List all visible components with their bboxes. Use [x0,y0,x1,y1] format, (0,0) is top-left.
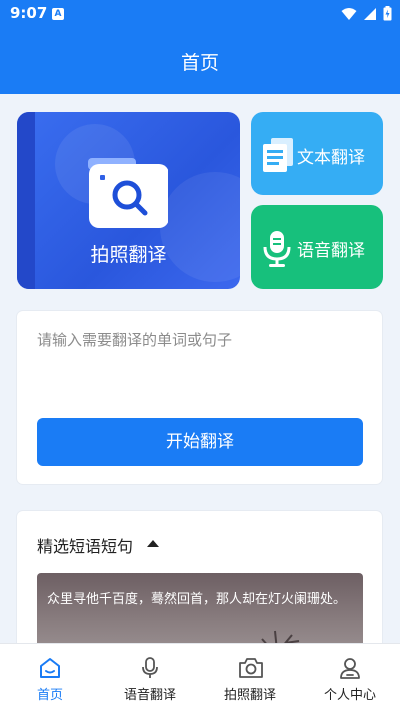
phrase-text: 众里寻他千百度，蓦然回首，那人却在灯火阑珊处。 [47,592,347,607]
tab-camera[interactable]: 拍照翻译 [200,644,300,711]
tab-profile-label: 个人中心 [323,688,376,703]
signal-icon [364,7,376,20]
status-icons [341,6,392,21]
document-icon [263,138,293,172]
tab-profile[interactable]: 个人中心 [300,644,400,711]
page-title: 首页 [180,52,219,74]
camera-search-icon [88,158,168,228]
photo-translate-label: 拍照翻译 [90,244,167,266]
voice-translate-card[interactable]: 语音翻译 [251,205,383,289]
tab-home[interactable]: 首页 [0,644,100,711]
start-translate-button[interactable]: 开始翻译 [37,418,363,466]
user-icon [340,658,360,679]
microphone-icon [263,231,291,267]
voice-translate-label: 语音翻译 [297,241,365,261]
camera-icon [239,658,263,678]
microphone-icon [142,657,158,678]
tab-camera-label: 拍照翻译 [223,688,276,703]
bottom-tab-bar: 首页 语音翻译 拍照翻译 个人中心 [0,643,400,711]
wifi-icon [341,7,357,20]
text-translate-label: 文本翻译 [297,148,365,168]
status-time: 9:07 [10,4,48,22]
translate-input-card: 开始翻译 [17,311,382,484]
text-translate-card[interactable]: 文本翻译 [251,112,383,195]
tab-voice[interactable]: 语音翻译 [100,644,200,711]
status-bar: 9:07 A [0,0,400,28]
caret-up-icon[interactable] [147,540,159,547]
phrases-title[interactable]: 精选短语短句 [37,533,133,557]
tab-home-label: 首页 [36,688,63,703]
battery-icon [383,6,392,21]
home-icon [40,658,60,678]
tab-voice-label: 语音翻译 [123,688,176,703]
translate-input[interactable] [37,329,362,409]
notification-icon: A [52,8,64,20]
app-header: 首页 [0,28,400,94]
